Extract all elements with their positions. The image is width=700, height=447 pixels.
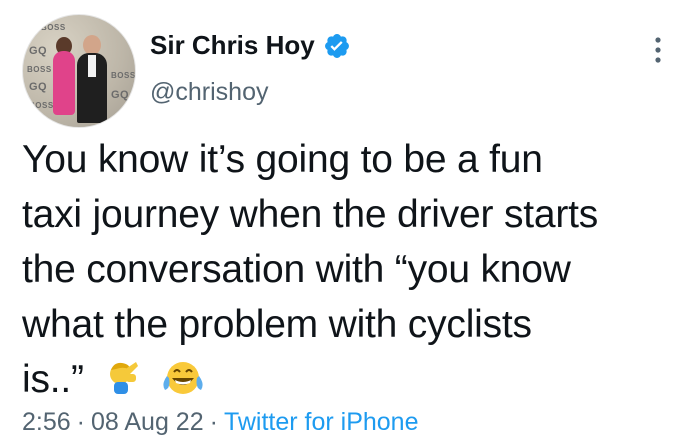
tweet-text-line-last: is..” [22,352,687,407]
author-name-row: Sir Chris Hoy [150,30,351,61]
tweet-text-line: what the problem with cyclists [22,303,532,346]
avatar-backdrop-text: BOSS [27,65,52,74]
avatar[interactable]: BOSS GQ BOSS GQ BOSS GQ BOSS [22,14,136,128]
facepalm-icon [110,362,139,394]
more-options-icon[interactable] [653,36,663,64]
tweet-text: You know it’s going to be a fun taxi jou… [22,132,687,407]
tears-of-joy-icon [163,362,203,394]
tweet-text-line: is..” [22,358,84,401]
tweet-meta: 2:56 · 08 Aug 22 · Twitter for iPhone [22,408,418,437]
avatar-person-dress [53,51,75,115]
author-handle[interactable]: @chrishoy [150,78,268,107]
avatar-person-head [83,35,101,55]
tweet-text-line: taxi journey when the driver starts [22,193,599,236]
tweet-text-line: You know it’s going to be a fun [22,138,543,181]
avatar-backdrop-text: GQ [111,89,130,101]
avatar-backdrop-text: GQ [29,81,48,93]
avatar-backdrop-text: BOSS [29,101,54,110]
meta-separator: · [209,408,218,436]
tweet-source-link[interactable]: Twitter for iPhone [224,408,419,437]
tweet-date[interactable]: 08 Aug 22 [91,408,204,437]
avatar-backdrop-text: BOSS [41,23,66,32]
avatar-person-shirt [88,55,96,77]
verified-badge-icon [324,33,349,58]
avatar-backdrop-text: GQ [29,45,48,57]
tweet-time[interactable]: 2:56 [22,408,71,437]
display-name[interactable]: Sir Chris Hoy [150,30,315,61]
tweet-text-line: the conversation with “you know [22,248,571,291]
meta-separator: · [76,408,85,436]
avatar-backdrop-text: BOSS [111,71,136,80]
